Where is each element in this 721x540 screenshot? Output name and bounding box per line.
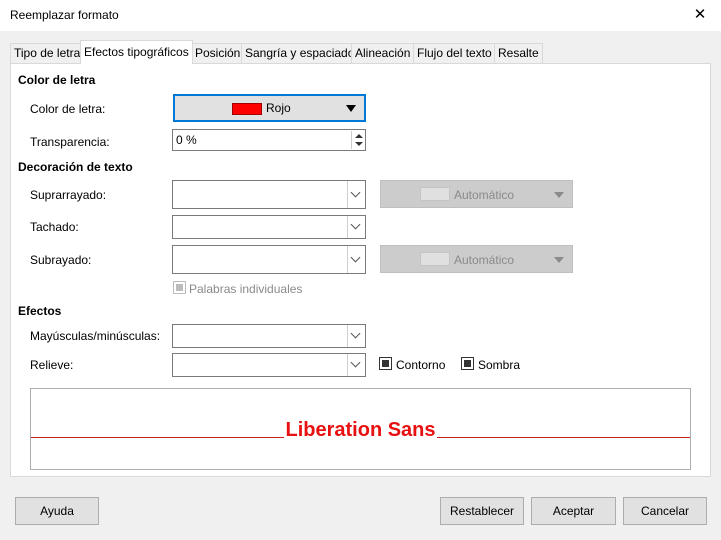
strikethrough-select[interactable]: [172, 215, 366, 239]
spin-buttons[interactable]: [351, 131, 364, 149]
relief-select[interactable]: [172, 353, 366, 377]
preview-text-wrap: Liberation Sans: [31, 419, 690, 442]
overline-label: Suprarrayado:: [30, 188, 107, 202]
chevron-down-icon: [350, 252, 361, 263]
close-icon[interactable]: ✕: [690, 5, 710, 25]
chevron-down-icon: [350, 328, 361, 339]
transparency-value: 0 %: [176, 133, 197, 147]
overline-color-value: Automático: [454, 188, 515, 202]
spin-up-icon[interactable]: [355, 134, 363, 138]
case-dropdown[interactable]: [347, 325, 365, 347]
effects-heading: Efectos: [18, 304, 62, 318]
tab-indents-spacing[interactable]: Sangría y espaciado: [241, 43, 359, 63]
font-preview: Liberation Sans: [30, 388, 691, 470]
window-title: Reemplazar formato: [10, 8, 119, 22]
color-swatch: [420, 187, 450, 201]
dropdown-arrow-icon: [346, 105, 356, 112]
overline-dropdown[interactable]: [347, 181, 365, 208]
strikethrough-dropdown[interactable]: [347, 216, 365, 238]
underline-select[interactable]: [172, 245, 366, 274]
shadow-label: Sombra: [478, 358, 521, 372]
strikethrough-label: Tachado:: [30, 220, 79, 234]
case-label: Mayúsculas/minúsculas:: [30, 329, 161, 343]
underline-dropdown[interactable]: [347, 246, 365, 273]
chevron-down-icon: [350, 219, 361, 230]
transparency-spinbox[interactable]: 0 %: [172, 129, 366, 151]
relief-label: Relieve:: [30, 358, 74, 372]
help-button[interactable]: Ayuda: [15, 497, 99, 525]
font-color-heading: Color de letra: [18, 73, 96, 87]
underline-color-value: Automático: [454, 253, 515, 267]
tab-position[interactable]: Posición: [191, 43, 245, 63]
dropdown-arrow-icon: [554, 257, 564, 263]
overline-color-button: Automático: [380, 180, 573, 208]
ok-button[interactable]: Aceptar: [531, 497, 616, 525]
font-color-label: Color de letra:: [30, 102, 106, 116]
overline-select[interactable]: [172, 180, 366, 209]
relief-dropdown[interactable]: [347, 354, 365, 376]
chevron-down-icon: [350, 357, 361, 368]
reset-button[interactable]: Restablecer: [440, 497, 524, 525]
tab-text-flow[interactable]: Flujo del texto: [413, 43, 496, 63]
individual-words-checkbox: [173, 281, 186, 294]
tab-font[interactable]: Tipo de letra: [10, 43, 85, 63]
underline-label: Subrayado:: [30, 253, 92, 267]
text-decoration-heading: Decoración de texto: [18, 160, 133, 174]
individual-words-label: Palabras individuales: [189, 282, 303, 296]
chevron-down-icon: [350, 187, 361, 198]
tab-font-effects[interactable]: Efectos tipográficos: [80, 40, 193, 64]
font-color-value: Rojo: [266, 101, 291, 115]
shadow-checkbox[interactable]: [461, 357, 474, 370]
cancel-button[interactable]: Cancelar: [623, 497, 707, 525]
outline-checkbox[interactable]: [379, 357, 392, 370]
outline-label: Contorno: [396, 358, 446, 372]
underline-color-button: Automático: [380, 245, 573, 273]
case-select[interactable]: [172, 324, 366, 348]
tab-highlighting[interactable]: Resalte: [494, 43, 543, 63]
preview-text: Liberation Sans: [284, 419, 437, 441]
dropdown-arrow-icon: [554, 192, 564, 198]
color-swatch: [232, 103, 262, 115]
color-swatch: [420, 252, 450, 266]
spin-down-icon[interactable]: [355, 142, 363, 146]
transparency-label: Transparencia:: [30, 135, 110, 149]
tab-alignment[interactable]: Alineación: [351, 43, 415, 63]
font-color-button[interactable]: Rojo: [173, 94, 366, 122]
